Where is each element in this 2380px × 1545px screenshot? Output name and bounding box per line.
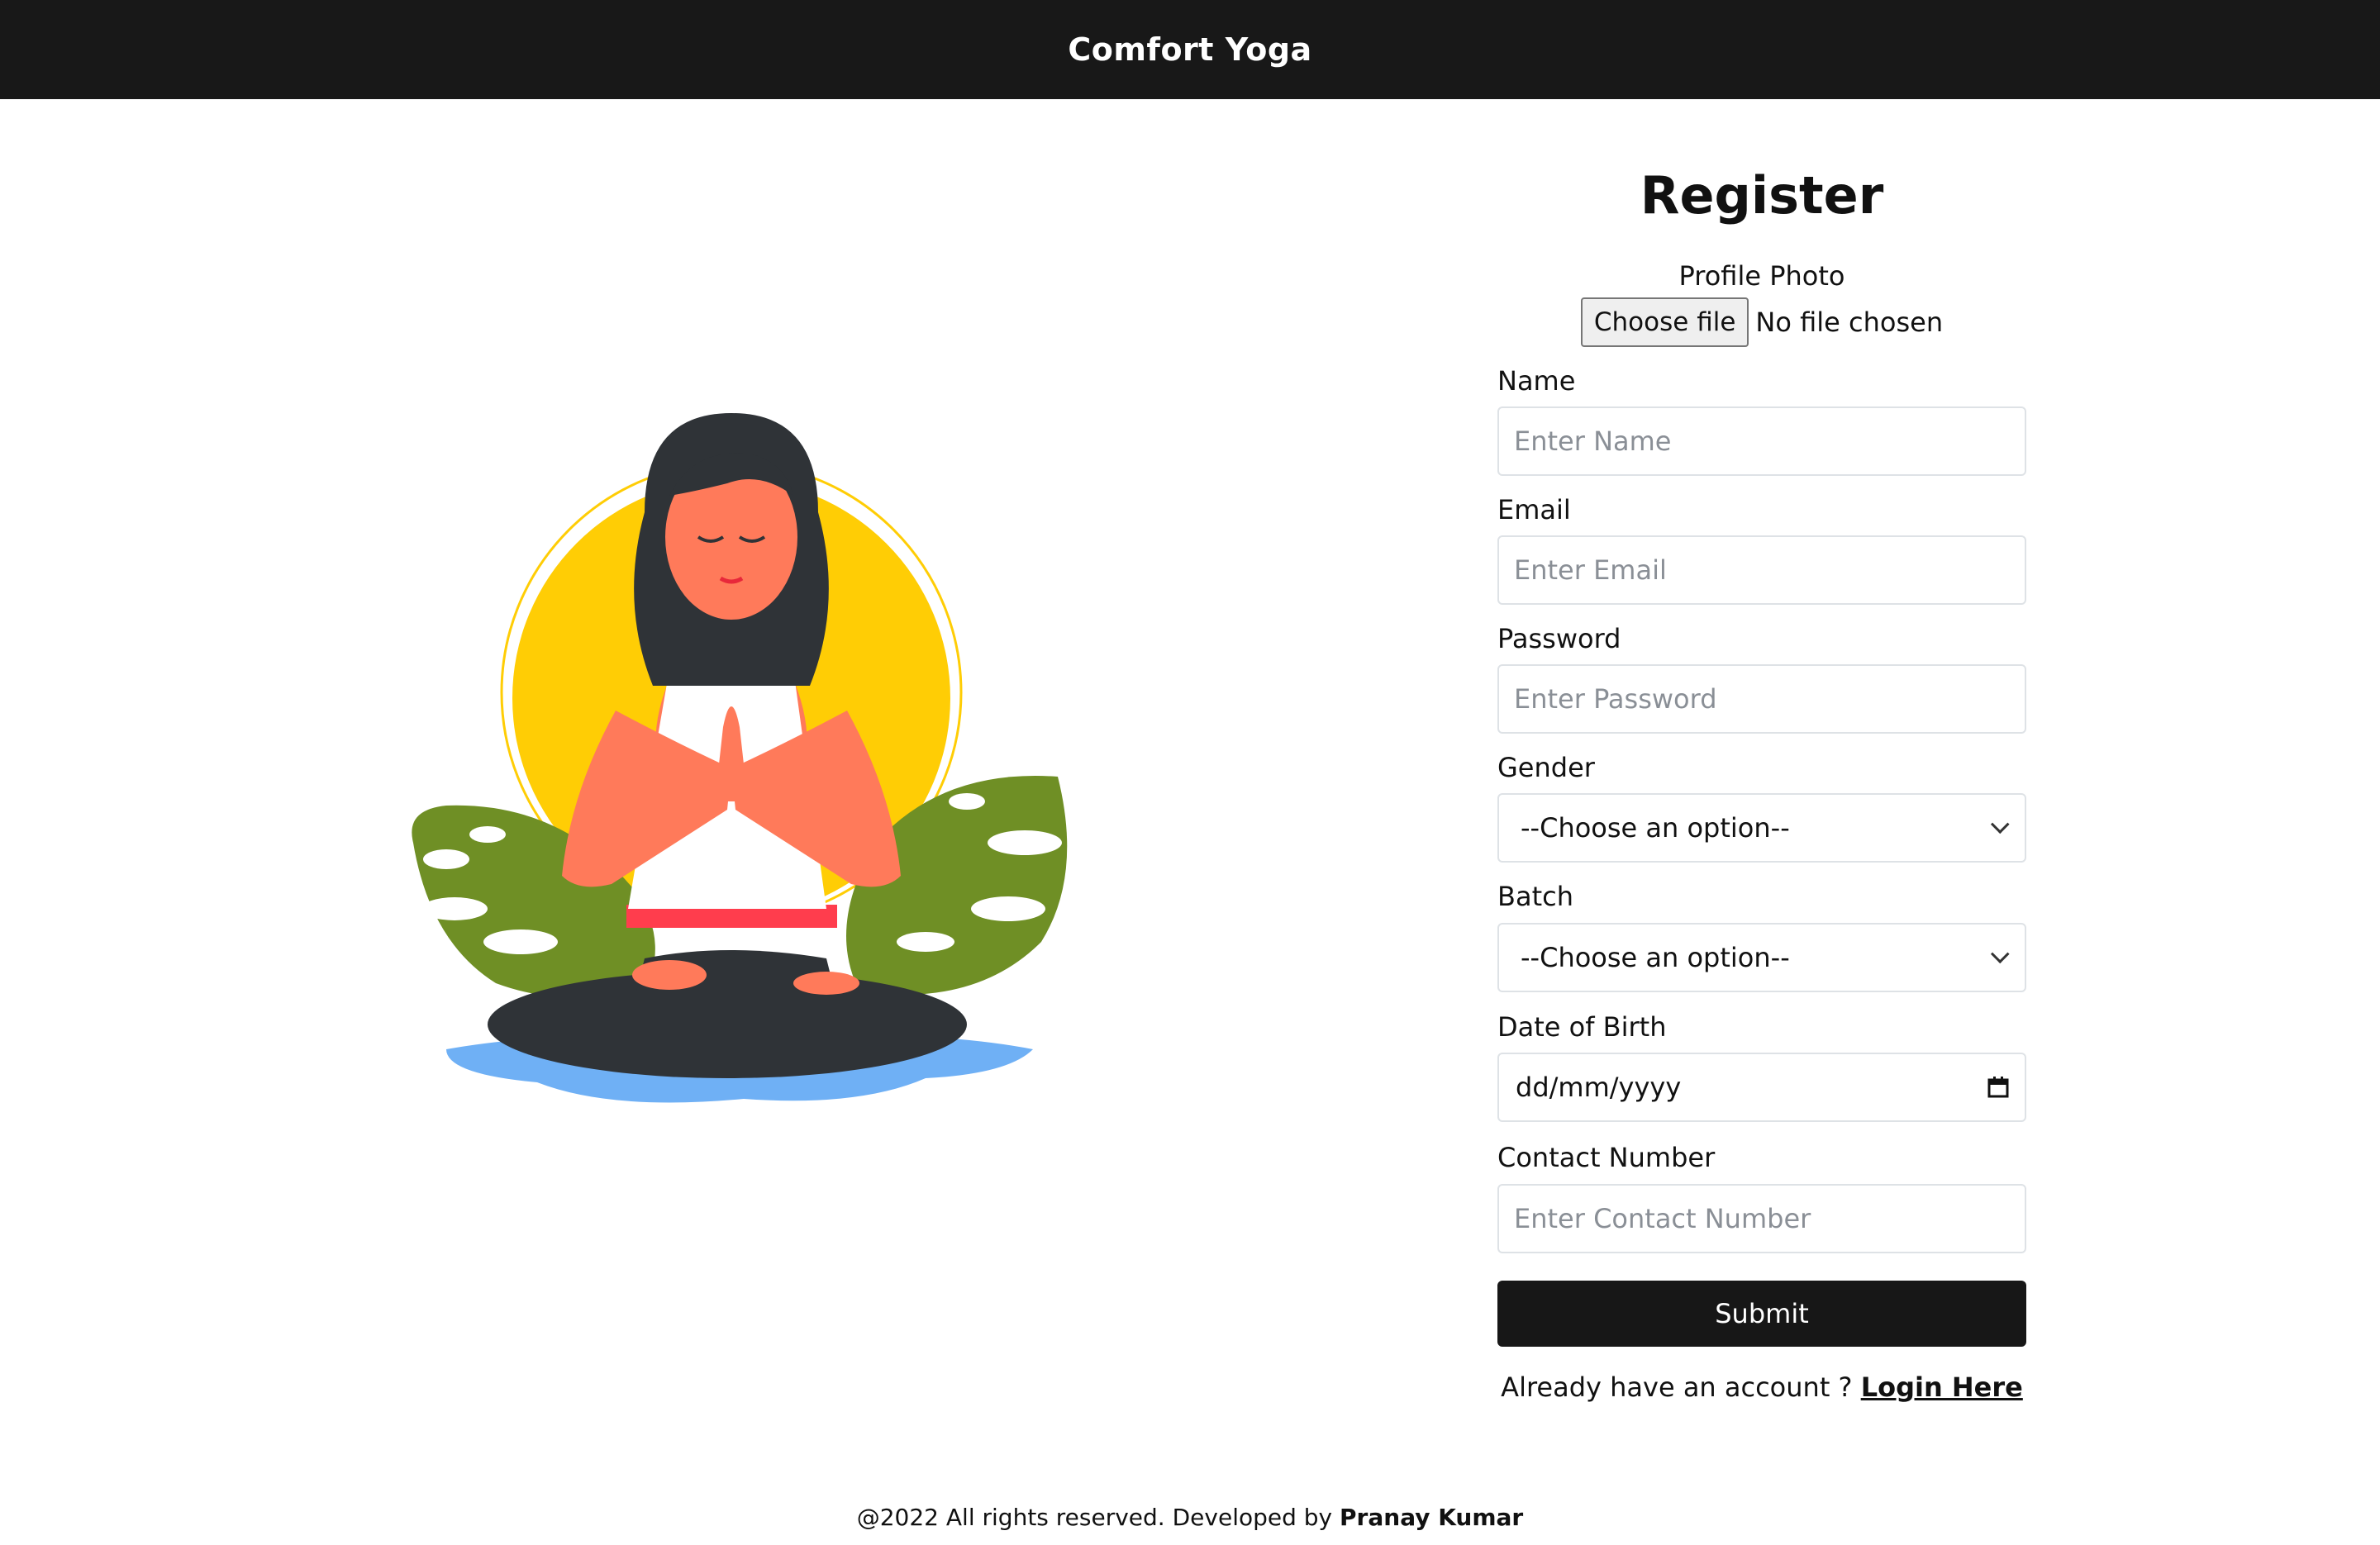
- gender-select-value: --Choose an option--: [1521, 812, 1790, 844]
- navbar: Comfort Yoga: [0, 0, 2380, 99]
- contact-input[interactable]: Enter Contact Number: [1497, 1184, 2026, 1253]
- gender-select[interactable]: --Choose an option--: [1497, 793, 2026, 863]
- batch-select[interactable]: --Choose an option--: [1497, 923, 2026, 992]
- chevron-down-icon: [1990, 815, 2010, 834]
- login-prompt: Already have an account ? Login Here: [1497, 1371, 2026, 1403]
- dob-value: dd/mm/yyyy: [1516, 1072, 1682, 1103]
- login-link[interactable]: Login Here: [1861, 1371, 2023, 1403]
- batch-select-value: --Choose an option--: [1521, 942, 1790, 973]
- dob-input[interactable]: dd/mm/yyyy: [1497, 1053, 2026, 1122]
- contact-label: Contact Number: [1497, 1142, 1716, 1173]
- brand-title[interactable]: Comfort Yoga: [1068, 31, 1311, 68]
- page-title: Register: [1640, 165, 1884, 226]
- footer-text: @2022 All rights reserved. Developed by: [856, 1504, 1333, 1531]
- profile-photo-input[interactable]: Choose file No file chosen: [1497, 297, 2026, 347]
- profile-photo-label: Profile Photo: [1678, 260, 1845, 292]
- calendar-icon[interactable]: [1987, 1076, 2010, 1099]
- submit-button[interactable]: Submit: [1497, 1281, 2026, 1347]
- footer: @2022 All rights reserved. Developed by …: [0, 1504, 2380, 1531]
- name-input[interactable]: Enter Name: [1497, 406, 2026, 476]
- footer-author[interactable]: Pranay Kumar: [1340, 1504, 1523, 1531]
- batch-label: Batch: [1497, 881, 1573, 912]
- password-label: Password: [1497, 623, 1621, 654]
- password-input[interactable]: Enter Password: [1497, 664, 2026, 734]
- email-input[interactable]: Enter Email: [1497, 535, 2026, 605]
- dob-label: Date of Birth: [1497, 1011, 1667, 1043]
- email-label: Email: [1497, 494, 1571, 525]
- yoga-illustration: [412, 413, 1068, 1103]
- name-label: Name: [1497, 365, 1576, 397]
- chevron-down-icon: [1990, 944, 2010, 964]
- gender-label: Gender: [1497, 752, 1595, 783]
- file-status: No file chosen: [1755, 307, 1944, 338]
- choose-file-button[interactable]: Choose file: [1580, 297, 1749, 347]
- login-prompt-text: Already have an account ?: [1501, 1371, 1853, 1403]
